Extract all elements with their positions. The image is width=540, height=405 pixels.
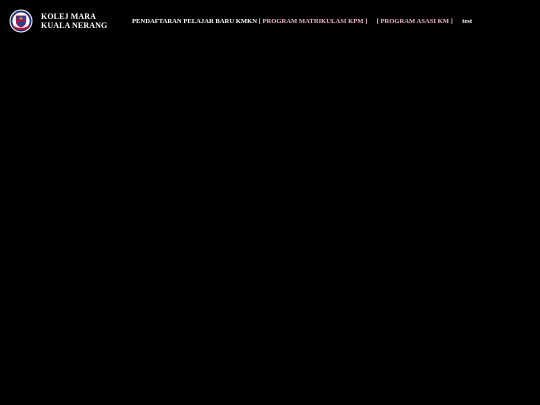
college-name[interactable]: KOLEJ MARA KUALA NERANG xyxy=(41,12,108,30)
kmkn-crest-icon[interactable] xyxy=(9,9,33,33)
nav-link-pendaftaran[interactable]: PENDAFTARAN PELAJAR BARU KMKN xyxy=(132,18,257,26)
site-header: KOLEJ MARA KUALA NERANG PENDAFTARAN PELA… xyxy=(0,0,540,40)
nav-link-program-matrikulasi[interactable]: [ PROGRAM MATRIKULASI KPM ] xyxy=(259,18,368,26)
top-navigation: PENDAFTARAN PELAJAR BARU KMKN [ PROGRAM … xyxy=(132,18,472,26)
main-content-area xyxy=(0,40,540,405)
college-name-line-2: KUALA NERANG xyxy=(41,20,108,30)
nav-link-program-asasi[interactable]: [ PROGRAM ASASI KM ] xyxy=(377,18,453,26)
nav-link-test[interactable]: test xyxy=(462,18,472,26)
